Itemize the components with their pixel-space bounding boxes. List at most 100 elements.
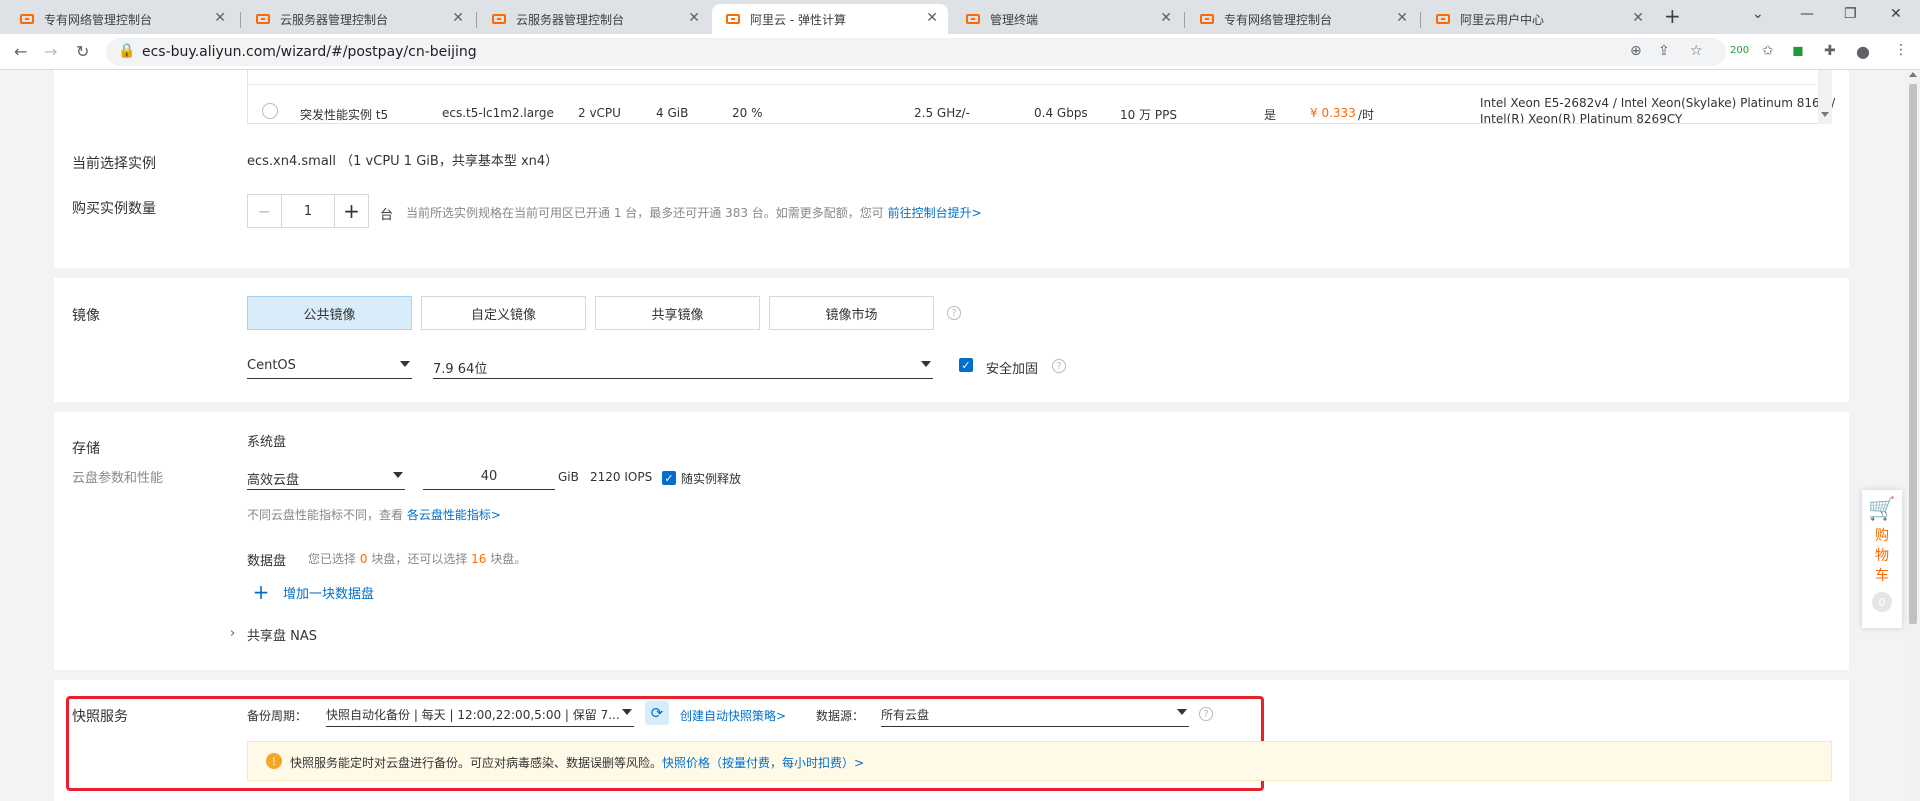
quantity-stepper[interactable]: − 1 + [247,194,369,228]
browser-tab[interactable]: 专有网络管理控制台 ✕ [1186,4,1418,34]
disk-perf-note: 不同云盘性能指标不同，查看 各云盘性能指标> [247,508,501,522]
quantity-label: 购买实例数量 [72,201,156,217]
security-hardening-label: 安全加固 [986,362,1039,377]
increment-button[interactable]: + [334,195,368,227]
share-icon[interactable]: ⇪ [1658,43,1670,59]
restore-icon[interactable]: ❐ [1844,6,1857,22]
help-icon[interactable]: ? [947,306,961,320]
decrement-button[interactable]: − [248,195,282,227]
increase-quota-link[interactable]: 前往控制台提升> [888,206,982,220]
table-scrollbar[interactable] [1818,70,1832,124]
forward-icon[interactable]: → [44,42,57,61]
puzzle-icon[interactable]: ✚ [1824,43,1836,59]
url-text[interactable]: ecs-buy.aliyun.com/wizard/#/postpay/cn-b… [142,44,477,60]
tab-shared-image[interactable]: 共享镜像 [595,296,760,330]
add-icon[interactable]: + [249,580,273,604]
os-version-select[interactable]: 7.9 64位 [433,353,933,379]
storage-panel [54,412,1849,670]
image-section-label: 镜像 [72,308,100,324]
extension-badge[interactable]: 200 [1730,45,1749,56]
security-hardening-checkbox[interactable]: ✓ [959,358,973,372]
snapshot-info-banner: ! 快照服务能定时对云盘进行备份。可应对病毒感染、数据误删等风险。快照价格（按量… [247,741,1832,781]
quota-note: 当前所选实例规格在当前可用区已开通 1 台，最多还可开通 383 台。如需更多配… [406,206,982,220]
instance-radio[interactable] [262,103,278,119]
chevron-down-icon [1177,709,1187,715]
aliyun-favicon-icon [966,14,980,24]
snapshot-section-label: 快照服务 [72,709,128,725]
system-disk-label: 系统盘 [247,435,287,450]
browser-tab[interactable]: 管理终端 ✕ [952,4,1182,34]
help-icon[interactable]: ? [1199,707,1213,721]
bookmark-star-icon[interactable]: ☆ [1690,43,1703,59]
backup-policy-select[interactable]: 快照自动化备份 | 每天 | 12:00,22:00,5:00 | 保留 7..… [326,701,634,727]
close-icon[interactable]: ✕ [214,10,226,26]
disk-iops: 2120 IOPS [590,470,653,484]
browser-tab[interactable]: 阿里云用户中心 ✕ [1422,4,1654,34]
data-source-select[interactable]: 所有云盘 [881,701,1189,727]
tab-strip: 专有网络管理控制台 ✕ 云服务器管理控制台 ✕ 云服务器管理控制台 ✕ 阿里云 … [0,0,1920,34]
disk-size-input[interactable]: 40 [423,464,555,490]
tab-custom-image[interactable]: 自定义镜像 [421,296,586,330]
release-with-instance-checkbox[interactable]: ✓ [662,471,676,485]
back-icon[interactable]: ← [14,42,27,61]
close-icon[interactable]: ✕ [1160,10,1172,26]
zoom-icon[interactable]: ⊕ [1630,43,1642,59]
scroll-up-icon[interactable] [1909,72,1917,77]
close-icon[interactable]: ✕ [688,10,700,26]
data-disk-label: 数据盘 [247,554,287,569]
browser-tab[interactable]: 云服务器管理控制台 ✕ [242,4,474,34]
lock-icon[interactable]: 🔒 [118,43,135,59]
extension-icon[interactable]: ◼ [1792,43,1804,59]
menu-kebab-icon[interactable]: ⋮ [1894,42,1908,58]
refresh-icon[interactable]: ⟳ [645,701,669,725]
tab-search-icon[interactable]: ⌄ [1752,6,1764,22]
shared-nas-toggle[interactable]: 共享盘 NAS [247,625,317,644]
backup-period-label: 备份周期： [247,709,308,723]
disk-perf-link[interactable]: 各云盘性能指标> [407,508,501,522]
help-icon[interactable]: ? [1052,359,1066,373]
chevron-down-icon [400,361,410,367]
instance-table: 突发性能实例 t5 ecs.t5-lc1m2.large 2 vCPU 4 Gi… [247,70,1835,124]
os-select[interactable]: CentOS [247,353,412,379]
close-window-icon[interactable]: ✕ [1890,6,1902,22]
close-icon[interactable]: ✕ [452,10,464,26]
current-instance-label: 当前选择实例 [72,156,156,172]
close-icon[interactable]: ✕ [926,10,938,26]
page-scrollbar[interactable] [1906,70,1920,801]
chevron-down-icon [393,472,403,478]
aliyun-favicon-icon [1200,14,1214,24]
aliyun-favicon-icon [1436,14,1450,24]
quantity-unit: 台 [380,208,394,223]
disk-type-select[interactable]: 高效云盘 [247,464,405,490]
shopping-cart-widget[interactable]: 🛒 购 物 车 0 [1862,490,1902,628]
close-icon[interactable]: ✕ [1396,10,1408,26]
scroll-down-icon[interactable] [1821,112,1829,117]
chevron-right-icon[interactable]: › [230,626,235,641]
create-snapshot-policy-link[interactable]: 创建自动快照策略> [680,707,786,724]
browser-tab[interactable]: 云服务器管理控制台 ✕ [478,4,710,34]
omnibox[interactable]: 🔒 ecs-buy.aliyun.com/wizard/#/postpay/cn… [106,38,1726,66]
snapshot-pricing-link[interactable]: 快照价格（按量付费，每小时扣费）> [662,756,864,770]
aliyun-favicon-icon [492,14,506,24]
quantity-input[interactable]: 1 [282,195,334,227]
reload-icon[interactable]: ↻ [76,42,89,61]
minimize-icon[interactable]: — [1800,6,1814,22]
aliyun-favicon-icon [726,14,740,24]
new-tab-button[interactable]: + [1664,4,1681,28]
data-source-label: 数据源： [816,709,865,723]
aliyun-favicon-icon [20,14,34,24]
tab-image-market[interactable]: 镜像市场 [769,296,934,330]
storage-section-label: 存储 [72,441,100,457]
tab-public-image[interactable]: 公共镜像 [247,296,412,330]
scrollbar-thumb[interactable] [1909,84,1917,624]
profile-avatar-icon[interactable]: ● [1856,42,1870,61]
browser-tab-active[interactable]: 阿里云 - 弹性计算 ✕ [712,4,948,34]
current-instance-value: ecs.xn4.small （1 vCPU 1 GiB，共享基本型 xn4） [247,154,559,169]
close-icon[interactable]: ✕ [1632,10,1644,26]
chevron-down-icon [622,709,632,715]
add-data-disk-button[interactable]: 增加一块数据盘 [283,583,374,602]
release-with-instance-label: 随实例释放 [681,472,742,486]
chevron-down-icon [921,361,931,367]
reading-list-icon[interactable]: ✩ [1762,43,1774,59]
browser-tab[interactable]: 专有网络管理控制台 ✕ [6,4,236,34]
